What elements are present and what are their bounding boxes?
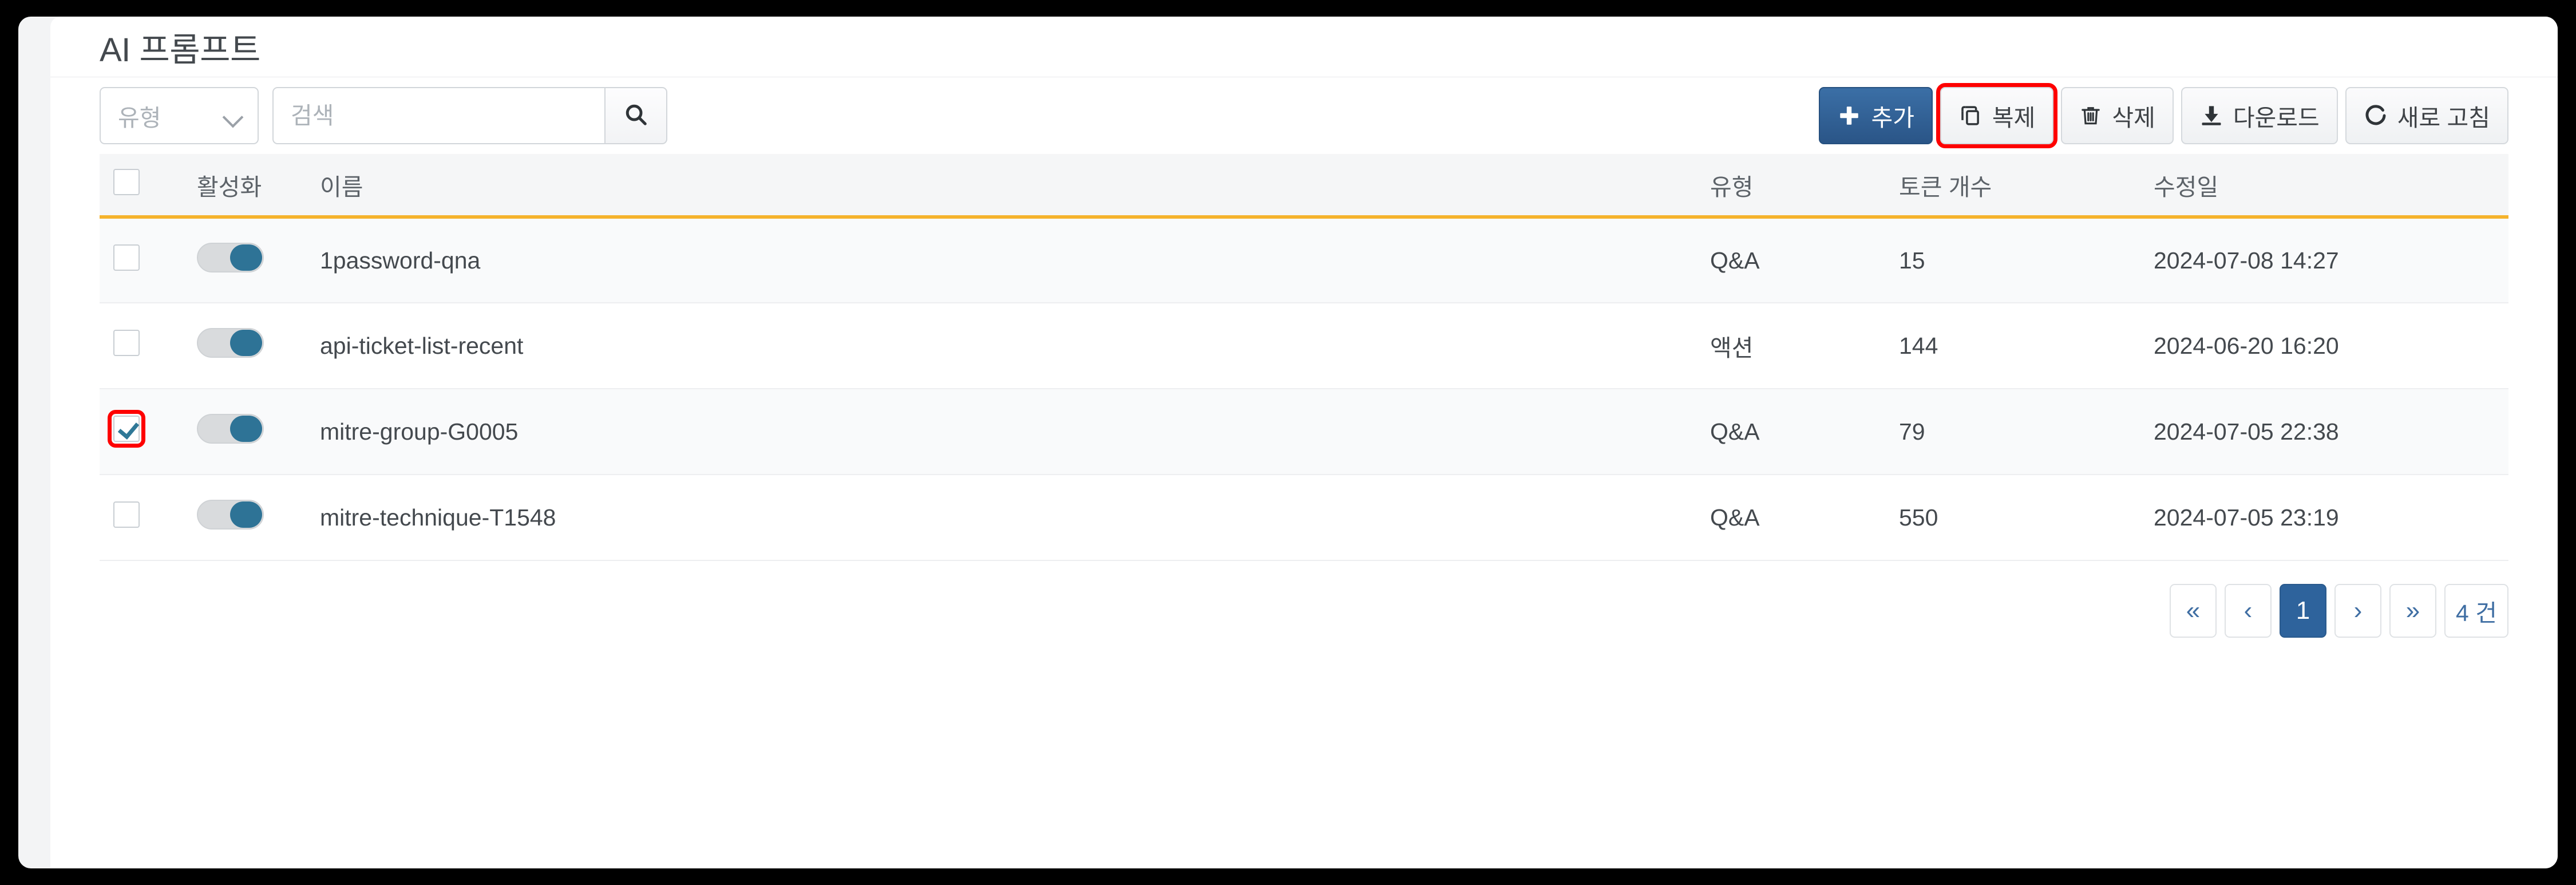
- row-checkbox[interactable]: [113, 501, 140, 528]
- table-row[interactable]: mitre-group-G0005 Q&A 79 2024-07-05 22:3…: [100, 389, 2508, 475]
- download-button[interactable]: 다운로드: [2181, 87, 2338, 144]
- row-type: Q&A: [1710, 217, 1899, 303]
- row-modified: 2024-07-05 22:38: [2154, 389, 2508, 475]
- trash-icon: [2079, 104, 2102, 127]
- row-checkbox-cell: [100, 303, 197, 389]
- row-tokens: 15: [1899, 217, 2154, 303]
- pagination: « ‹ 1 › » 4 건: [50, 561, 2558, 638]
- delete-button[interactable]: 삭제: [2061, 87, 2173, 144]
- search-button[interactable]: [604, 87, 667, 144]
- row-checkbox[interactable]: [113, 416, 140, 442]
- pagination-first-button[interactable]: «: [2170, 584, 2217, 638]
- delete-button-label: 삭제: [2112, 98, 2155, 133]
- row-checkbox[interactable]: [113, 244, 140, 271]
- type-select-label: 유형: [118, 98, 161, 133]
- toggle-knob: [230, 330, 262, 356]
- row-checkbox-cell: [100, 217, 197, 303]
- row-type: Q&A: [1710, 389, 1899, 475]
- total-count-badge: 4 건: [2444, 584, 2508, 638]
- content-card: AI 프롬프트 유형: [50, 17, 2558, 868]
- column-header-name[interactable]: 이름: [320, 154, 1710, 217]
- search-input[interactable]: [272, 87, 604, 144]
- row-name: mitre-group-G0005: [320, 389, 1710, 475]
- type-select[interactable]: 유형: [100, 87, 259, 144]
- row-checkbox-cell: [100, 389, 197, 475]
- download-button-label: 다운로드: [2233, 98, 2320, 133]
- enable-toggle[interactable]: [197, 414, 264, 444]
- row-modified: 2024-07-05 23:19: [2154, 475, 2508, 560]
- column-header-tokens[interactable]: 토큰 개수: [1899, 154, 2154, 217]
- add-button-label: 추가: [1871, 98, 1914, 133]
- search-group: [272, 87, 667, 144]
- select-all-header: [100, 154, 197, 217]
- page-shell: AI 프롬프트 유형: [18, 17, 2558, 868]
- table-body: 1password-qna Q&A 15 2024-07-08 14:27 ap…: [100, 217, 2508, 560]
- pagination-page-1[interactable]: 1: [2280, 584, 2326, 638]
- row-name: 1password-qna: [320, 217, 1710, 303]
- row-modified: 2024-06-20 16:20: [2154, 303, 2508, 389]
- row-modified: 2024-07-08 14:27: [2154, 217, 2508, 303]
- select-all-checkbox[interactable]: [113, 169, 140, 195]
- copy-icon: [1958, 104, 1983, 128]
- table-row[interactable]: 1password-qna Q&A 15 2024-07-08 14:27: [100, 217, 2508, 303]
- row-tokens: 144: [1899, 303, 2154, 389]
- row-toggle-cell: [197, 303, 320, 389]
- download-icon: [2199, 104, 2223, 128]
- row-toggle-cell: [197, 389, 320, 475]
- page-title: AI 프롬프트: [100, 23, 260, 71]
- prompt-table: 활성화 이름 유형 토큰 개수 수정일: [100, 154, 2508, 561]
- toggle-knob: [230, 244, 262, 271]
- enable-toggle[interactable]: [197, 328, 264, 358]
- copy-button[interactable]: 복제: [1940, 87, 2053, 144]
- plus-icon: [1837, 104, 1861, 128]
- toggle-knob: [230, 416, 262, 442]
- search-icon: [623, 101, 649, 131]
- pagination-next-button[interactable]: ›: [2334, 584, 2381, 638]
- row-type: Q&A: [1710, 475, 1899, 560]
- toolbar-action-group: 추가 복제: [1819, 87, 2508, 144]
- row-tokens: 79: [1899, 389, 2154, 475]
- add-button[interactable]: 추가: [1819, 87, 1932, 144]
- row-name: mitre-technique-T1548: [320, 475, 1710, 560]
- column-header-type[interactable]: 유형: [1710, 154, 1899, 217]
- row-checkbox[interactable]: [113, 330, 140, 356]
- toolbar: 유형: [50, 77, 2558, 154]
- column-header-modified[interactable]: 수정일: [2154, 154, 2508, 217]
- column-header-enabled[interactable]: 활성화: [197, 154, 320, 217]
- row-toggle-cell: [197, 217, 320, 303]
- row-tokens: 550: [1899, 475, 2154, 560]
- table-row[interactable]: api-ticket-list-recent 액션 144 2024-06-20…: [100, 303, 2508, 389]
- card-header: AI 프롬프트: [50, 17, 2558, 77]
- pagination-prev-button[interactable]: ‹: [2225, 584, 2272, 638]
- table-head: 활성화 이름 유형 토큰 개수 수정일: [100, 154, 2508, 217]
- row-type: 액션: [1710, 303, 1899, 389]
- table-row[interactable]: mitre-technique-T1548 Q&A 550 2024-07-05…: [100, 475, 2508, 560]
- chevron-down-icon: [223, 110, 243, 121]
- enable-toggle[interactable]: [197, 243, 264, 272]
- row-checkbox-cell: [100, 475, 197, 560]
- toolbar-left-group: 유형: [100, 87, 667, 144]
- row-name: api-ticket-list-recent: [320, 303, 1710, 389]
- pagination-last-button[interactable]: »: [2389, 584, 2436, 638]
- toggle-knob: [230, 501, 262, 528]
- refresh-button-label: 새로 고침: [2397, 98, 2490, 133]
- table-container: 활성화 이름 유형 토큰 개수 수정일: [50, 154, 2558, 561]
- copy-button-label: 복제: [1992, 98, 2035, 133]
- table-header-row: 활성화 이름 유형 토큰 개수 수정일: [100, 154, 2508, 217]
- refresh-button[interactable]: 새로 고침: [2345, 87, 2508, 144]
- row-toggle-cell: [197, 475, 320, 560]
- enable-toggle[interactable]: [197, 500, 264, 530]
- refresh-icon: [2364, 104, 2388, 128]
